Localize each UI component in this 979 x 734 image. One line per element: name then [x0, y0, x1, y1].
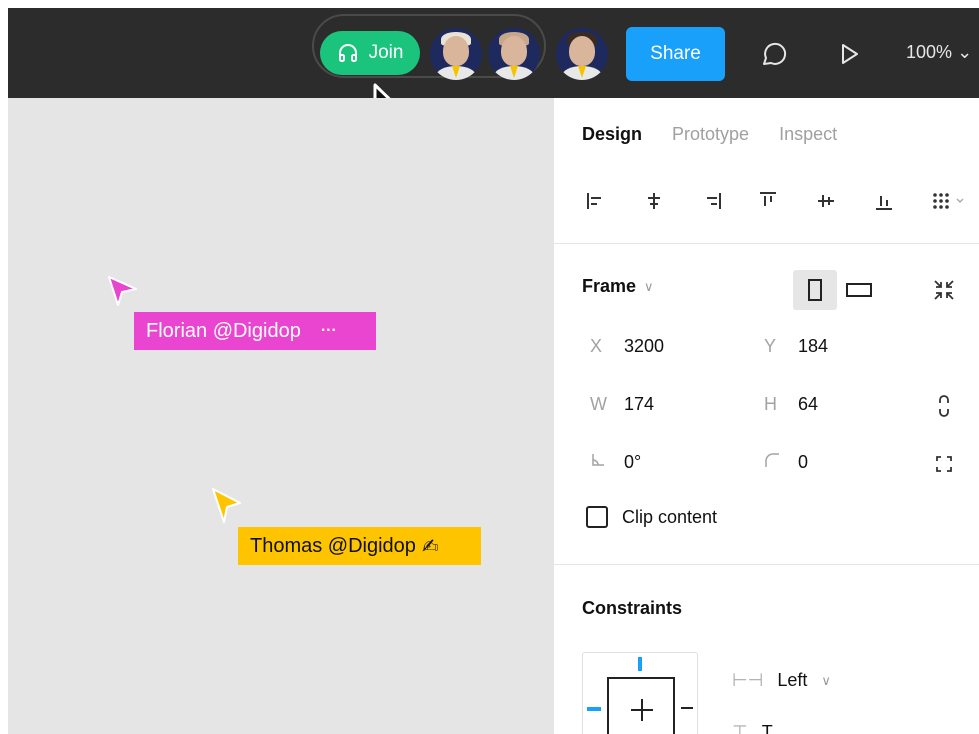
y-value: 184 [798, 336, 829, 356]
chevron-down-icon: ∨ [644, 278, 654, 294]
independent-corners-icon[interactable] [932, 450, 956, 478]
x-field[interactable]: X 3200 [590, 336, 664, 357]
top-constraint-indicator[interactable] [638, 657, 642, 671]
comment-icon[interactable] [756, 36, 792, 72]
avatar-collaborator-1[interactable] [430, 28, 482, 80]
resize-to-fit-icon[interactable] [926, 272, 962, 308]
cursor-label-florian: Florian @Digidop ··· [134, 312, 376, 350]
vertical-constraint-icon: ⊤ [732, 722, 748, 734]
align-right-icon[interactable] [698, 186, 726, 216]
join-label: Join [368, 42, 404, 63]
frame-label: Frame [582, 276, 637, 296]
chevron-down-icon: ⌄ [957, 42, 973, 62]
share-button[interactable]: Share [626, 27, 725, 81]
avatar-collaborator-2[interactable] [488, 28, 540, 80]
frame-dropdown[interactable]: Frame ∨ [582, 276, 654, 297]
width-field[interactable]: W 174 [590, 394, 654, 415]
horizontal-constraint-value: Left [777, 670, 808, 690]
pencil-icon: ✍ [421, 535, 439, 558]
height-field[interactable]: H 64 [764, 394, 818, 415]
chevron-down-icon: ∨ [821, 672, 831, 688]
alignment-toolbar [582, 186, 979, 216]
y-field[interactable]: Y 184 [764, 336, 828, 357]
zoom-level: 100% [906, 42, 953, 62]
constraint-frame [607, 677, 675, 734]
present-play-icon[interactable] [836, 40, 864, 68]
x-value: 3200 [624, 336, 665, 356]
rotation-field[interactable]: 0° [590, 452, 641, 473]
portrait-orientation-button[interactable] [793, 270, 837, 310]
join-audio-button[interactable]: Join [320, 31, 420, 75]
distribute-grid-icon[interactable] [928, 186, 972, 216]
tab-design[interactable]: Design [582, 124, 642, 145]
align-bottom-icon[interactable] [870, 186, 898, 216]
divider [554, 564, 979, 565]
tab-prototype[interactable]: Prototype [672, 124, 749, 145]
constraints-title: Constraints [582, 598, 683, 618]
right-constraint-indicator[interactable] [681, 707, 693, 709]
landscape-orientation-button[interactable] [841, 270, 877, 310]
constrain-proportions-icon[interactable] [932, 392, 956, 420]
vertical-constraint-value: T [761, 722, 773, 734]
clip-content-checkbox[interactable] [586, 506, 608, 528]
collaborator-name: Florian @Digidop [146, 319, 301, 342]
tab-inspect[interactable]: Inspect [779, 124, 837, 145]
corner-radius-field[interactable]: 0 [764, 452, 808, 473]
horizontal-constraint-dropdown[interactable]: ⊢⊣ Left ∨ [732, 670, 831, 691]
cursor-label-thomas: Thomas @Digidop ✍ [238, 527, 481, 565]
horizontal-constraint-icon: ⊢⊣ [732, 670, 764, 690]
left-constraint-indicator[interactable] [587, 707, 601, 711]
zoom-dropdown[interactable]: 100% ⌄ [906, 42, 972, 63]
clip-content-toggle[interactable]: Clip content [586, 506, 717, 528]
more-dots-icon: ··· [320, 322, 337, 339]
clip-content-label: Clip content [622, 506, 718, 527]
align-left-icon[interactable] [582, 186, 610, 216]
align-top-icon[interactable] [754, 186, 782, 216]
properties-panel: Design Prototype Inspect Frame ∨ X 3200 … [553, 98, 979, 734]
align-vertical-center-icon[interactable] [812, 186, 840, 216]
constraint-widget[interactable] [582, 652, 698, 734]
headphones-icon [337, 42, 359, 64]
corner-radius-icon [764, 452, 798, 473]
collaborator-name: Thomas @Digidop [250, 534, 416, 557]
panel-tabs: Design Prototype Inspect [582, 124, 837, 145]
rotation-icon [590, 452, 624, 473]
width-value: 174 [624, 394, 655, 414]
divider [554, 243, 979, 244]
design-canvas[interactable] [8, 98, 553, 734]
vertical-constraint-dropdown[interactable]: ⊤ T [732, 722, 773, 734]
corner-radius-value: 0 [798, 452, 809, 472]
thomas-cursor-icon [210, 486, 244, 531]
avatar-current-user[interactable] [556, 28, 608, 80]
rotation-value: 0° [624, 452, 642, 472]
height-value: 64 [798, 394, 819, 414]
florian-cursor-icon [106, 274, 140, 313]
align-horizontal-center-icon[interactable] [640, 186, 668, 216]
